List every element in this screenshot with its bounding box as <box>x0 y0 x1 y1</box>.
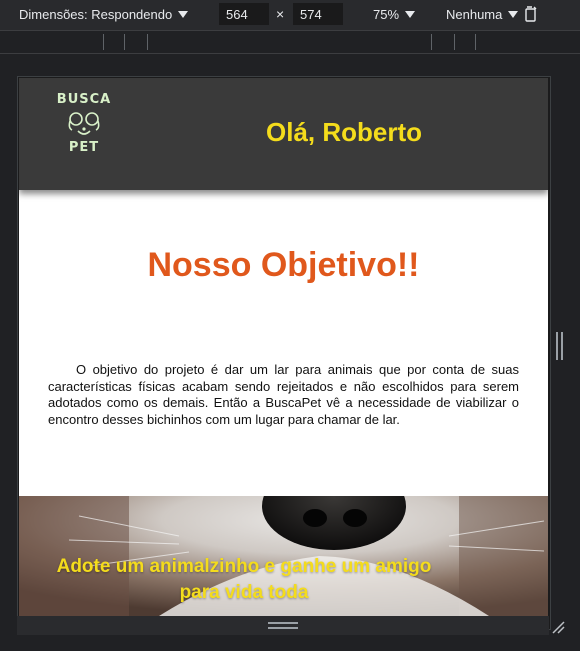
ruler-tick <box>475 34 476 50</box>
dimension-separator: × <box>276 6 285 22</box>
logo-line2: PET <box>68 140 100 155</box>
ruler-tick <box>124 34 125 50</box>
dog-face-icon <box>68 112 100 135</box>
throttle-label: Nenhuma <box>446 7 503 22</box>
hero-slogan: Adote um animalzinho e ganhe um amigo pa… <box>56 556 432 603</box>
user-greeting: Olá, Roberto <box>266 117 423 147</box>
ruler-tick <box>103 34 104 50</box>
dimensions-dropdown[interactable]: Dimensões: Respondendo <box>19 7 189 22</box>
media-query-ruler <box>0 31 580 54</box>
bottom-resize-handle[interactable] <box>268 622 298 630</box>
throttle-dropdown[interactable]: Nenhuma <box>446 7 519 22</box>
zoom-dropdown[interactable]: 75% <box>373 7 416 22</box>
rotate-icon[interactable] <box>524 6 538 22</box>
site-header: BUSCA PET Olá, Roberto <box>19 78 548 190</box>
width-input[interactable] <box>219 3 269 25</box>
ruler-tick <box>431 34 432 50</box>
device-toolbar: Dimensões: Respondendo × 75% Nenhuma <box>0 0 580 31</box>
ruler-tick <box>454 34 455 50</box>
chevron-down-icon <box>508 11 519 18</box>
objective-paragraph: O objetivo do projeto é dar um lar para … <box>48 362 519 427</box>
buscapet-logo[interactable]: BUSCA PET <box>55 92 113 178</box>
hero-banner: Adote um animalzinho e ganhe um amigo pa… <box>19 496 548 616</box>
logo-line1: BUSCA <box>56 92 112 107</box>
zoom-label: 75% <box>373 7 400 22</box>
section-title: Nosso Objetivo!! <box>147 246 420 284</box>
ruler-tick <box>147 34 148 50</box>
dimensions-label: Dimensões: Respondendo <box>19 7 173 22</box>
emulated-viewport: BUSCA PET Olá, Roberto Nosso Objetivo!! … <box>19 78 548 616</box>
chevron-down-icon <box>178 11 189 18</box>
resize-handle-icon[interactable] <box>551 620 565 634</box>
right-resize-handle[interactable] <box>556 332 563 360</box>
chevron-down-icon <box>405 11 416 18</box>
height-input[interactable] <box>293 3 343 25</box>
